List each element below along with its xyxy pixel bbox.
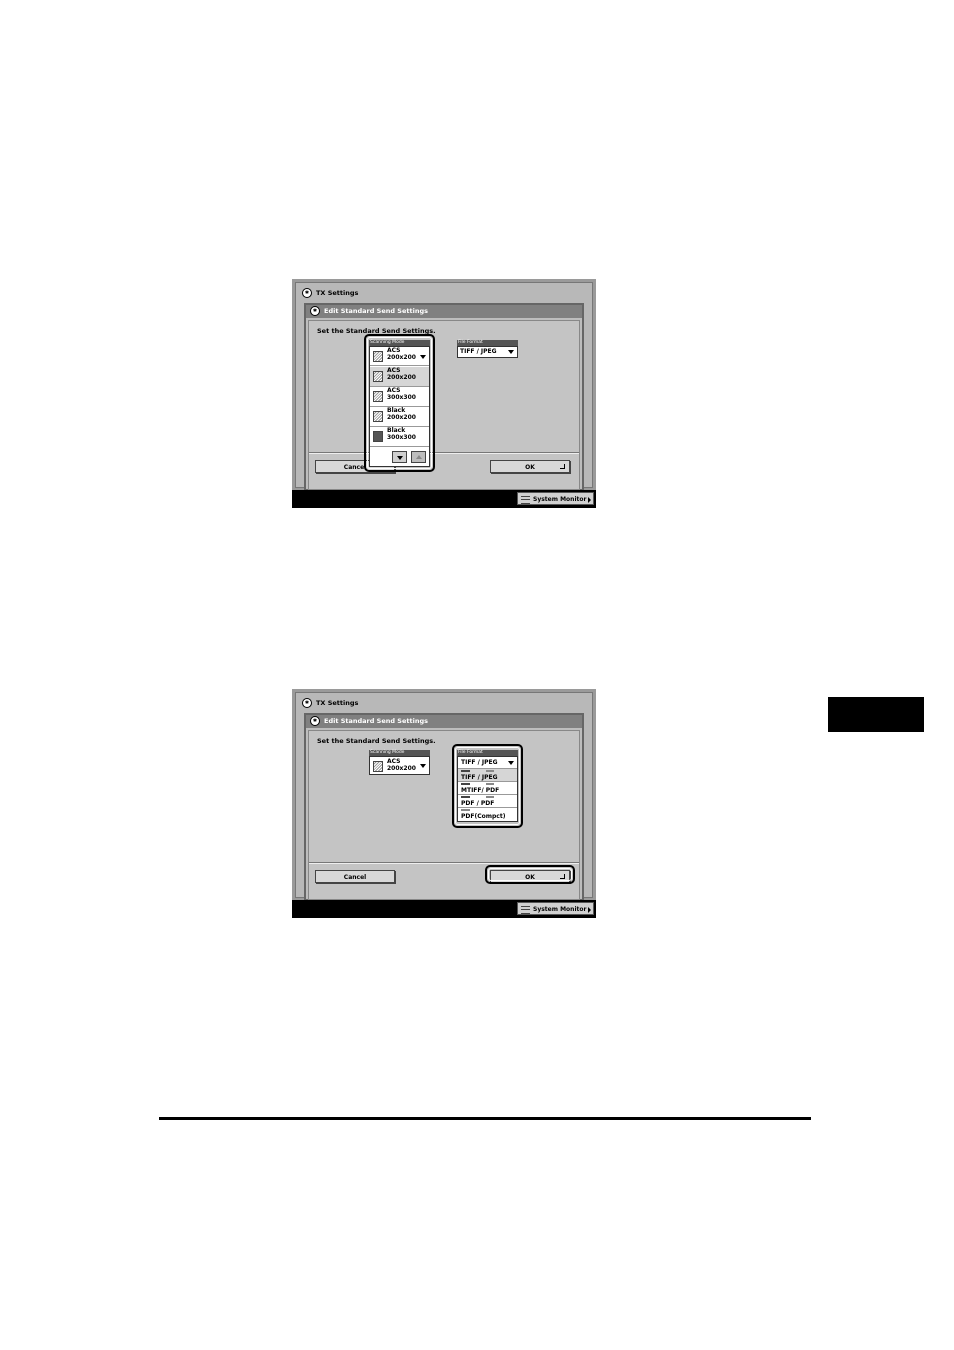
edit-dialog: ✱ Edit Standard Send Settings Set the Sta… bbox=[304, 713, 584, 901]
settings-icon: ✱ bbox=[302, 288, 312, 298]
screenshot-scanning-mode-open: ✱ TX Settings ✱ Edit Standard Send Setting… bbox=[292, 279, 596, 508]
scan-mode-icon bbox=[373, 761, 383, 772]
status-bar: System Monitor bbox=[292, 900, 596, 918]
settings-icon: ✱ bbox=[302, 698, 312, 708]
window-title: ✱ TX Settings bbox=[302, 287, 592, 300]
divider bbox=[309, 862, 579, 864]
status-bar: System Monitor bbox=[292, 490, 596, 508]
window-title: ✱ TX Settings bbox=[302, 697, 592, 710]
chapter-tab bbox=[828, 697, 924, 732]
ok-highlight-frame bbox=[485, 865, 575, 884]
dialog-title: ✱ Edit Standard Send Settings bbox=[306, 305, 582, 318]
chevron-down-icon bbox=[508, 350, 514, 354]
monitor-icon bbox=[521, 906, 530, 914]
scanning-mode-select[interactable]: ACS 200x200 bbox=[369, 756, 430, 775]
dialog-title: ✱ Edit Standard Send Settings bbox=[306, 715, 582, 728]
arrow-right-icon bbox=[588, 907, 591, 913]
ok-button[interactable]: OK bbox=[490, 460, 570, 473]
footer-rule bbox=[159, 1117, 811, 1120]
system-monitor-button[interactable]: System Monitor bbox=[517, 902, 594, 915]
enter-icon bbox=[560, 464, 565, 469]
screenshot-file-format-open: ✱ TX Settings ✱ Edit Standard Send Setting… bbox=[292, 689, 596, 918]
cancel-button[interactable]: Cancel bbox=[315, 870, 395, 883]
settings-icon: ✱ bbox=[310, 716, 320, 726]
edit-dialog: ✱ Edit Standard Send Settings Set the Sta… bbox=[304, 303, 584, 491]
instruction-text: Set the Standard Send Settings. bbox=[317, 737, 436, 745]
arrow-right-icon bbox=[588, 497, 591, 503]
monitor-icon bbox=[521, 496, 530, 504]
settings-icon: ✱ bbox=[310, 306, 320, 316]
tx-settings-window: ✱ TX Settings ✱ Edit Standard Send Setting… bbox=[295, 692, 593, 901]
tx-settings-window: ✱ TX Settings ✱ Edit Standard Send Setting… bbox=[295, 282, 593, 491]
divider bbox=[309, 452, 579, 454]
chevron-down-icon bbox=[420, 763, 426, 768]
highlight-frame bbox=[364, 334, 435, 472]
dialog-body: Set the Standard Send Settings. Cancel O… bbox=[308, 730, 580, 900]
system-monitor-button[interactable]: System Monitor bbox=[517, 492, 594, 505]
file-format-highlight-frame bbox=[452, 744, 523, 828]
dialog-body: Set the Standard Send Settings. Cancel O… bbox=[308, 320, 580, 490]
file-format-select[interactable]: TIFF / JPEG bbox=[457, 346, 518, 358]
